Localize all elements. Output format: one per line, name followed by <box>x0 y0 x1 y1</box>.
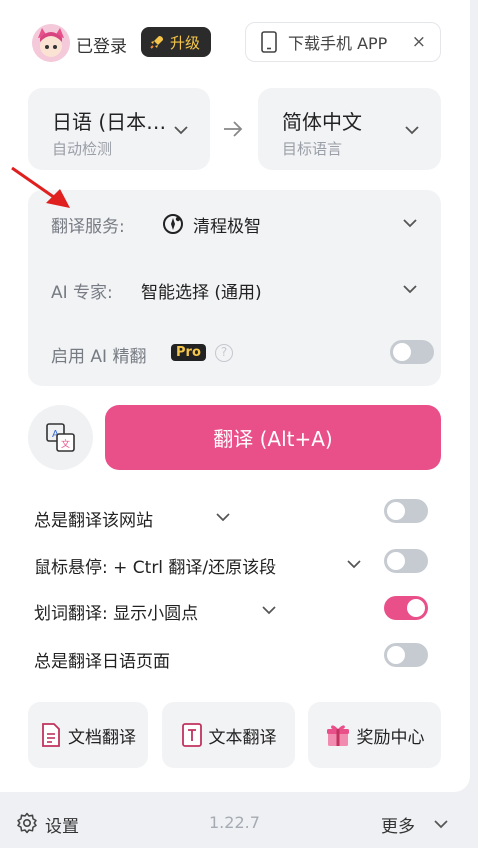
source-language-name: 日语 (日本… <box>52 110 167 134</box>
more-menu[interactable]: 更多 <box>381 812 415 837</box>
option-toggle-always-translate-site[interactable] <box>384 499 428 523</box>
download-app-banner[interactable]: 下载手机 APP × <box>245 22 441 62</box>
source-language-select[interactable]: 日语 (日本… 自动检测 <box>28 88 210 170</box>
chevron-down-icon[interactable] <box>215 509 231 525</box>
option-label: 总是翻译日语页面 <box>34 652 170 672</box>
service-label: 翻译服务: <box>51 217 125 237</box>
settings-link[interactable]: 设置 <box>45 812 79 837</box>
text-icon <box>181 723 202 747</box>
header: 已登录 升级 下载手机 APP × <box>30 22 441 64</box>
document-translate-button[interactable]: 文档翻译 <box>28 702 148 768</box>
refine-toggle[interactable] <box>390 340 434 364</box>
chevron-down-icon <box>405 126 419 135</box>
pro-badge: Pro <box>171 344 206 361</box>
document-icon <box>42 723 60 747</box>
translate-swap-button[interactable]: A 文 <box>28 405 93 470</box>
footer: 设置 1.22.7 更多 <box>0 800 478 848</box>
chevron-down-icon[interactable] <box>401 214 419 232</box>
translator-panel: 已登录 升级 下载手机 APP × 日语 (日本… 自动检测 简体中文 目标语言… <box>0 0 470 792</box>
tablet-icon <box>261 31 277 53</box>
avatar[interactable] <box>32 24 70 62</box>
arrow-right-icon <box>224 121 243 137</box>
option-label: 鼠标悬停: + Ctrl 翻译/还原该段 <box>34 558 277 578</box>
upgrade-label: 升级 <box>170 33 201 52</box>
svg-text:文: 文 <box>61 438 70 450</box>
annotation-arrow <box>11 166 70 208</box>
version-text: 1.22.7 <box>209 813 260 832</box>
chevron-down-icon[interactable] <box>401 280 419 298</box>
option-toggle-hover-translate[interactable] <box>384 549 428 573</box>
chevron-down-icon[interactable] <box>261 602 277 618</box>
rewards-center-button[interactable]: 奖励中心 <box>308 702 441 768</box>
refine-label: 启用 AI 精翻 <box>51 347 147 367</box>
document-translate-label: 文档翻译 <box>68 727 136 748</box>
service-logo-icon <box>163 214 183 234</box>
rewards-center-label: 奖励中心 <box>356 727 425 748</box>
service-select[interactable]: 清程极智 <box>193 212 261 237</box>
text-translate-label: 文本翻译 <box>208 727 277 748</box>
translate-swap-icon: A 文 <box>46 423 75 452</box>
option-toggle-always-translate-japanese[interactable] <box>384 643 428 667</box>
translate-button[interactable]: 翻译 (Alt+A) <box>105 405 441 470</box>
gear-icon[interactable] <box>16 812 38 834</box>
download-label: 下载手机 APP <box>288 34 388 53</box>
text-translate-button[interactable]: 文本翻译 <box>162 702 295 768</box>
target-language-name: 简体中文 <box>282 110 362 134</box>
expert-label: AI 专家: <box>51 283 113 303</box>
target-language-sub: 目标语言 <box>282 140 343 158</box>
target-language-select[interactable]: 简体中文 目标语言 <box>258 88 441 170</box>
help-icon[interactable]: ? <box>215 344 233 362</box>
expert-select[interactable]: 智能选择 (通用) <box>141 278 262 303</box>
source-language-sub: 自动检测 <box>52 140 113 158</box>
chevron-down-icon[interactable] <box>346 556 362 572</box>
chevron-down-icon[interactable] <box>433 816 449 832</box>
close-icon[interactable]: × <box>412 32 426 52</box>
translation-settings-card: 翻译服务: 清程极智 AI 专家: 智能选择 (通用) 启用 AI 精翻 Pro… <box>28 190 441 386</box>
upgrade-button[interactable]: 升级 <box>141 27 211 57</box>
rocket-icon <box>150 36 163 49</box>
option-toggle-selection-translate[interactable] <box>384 596 428 620</box>
login-status: 已登录 <box>76 37 127 57</box>
option-label: 划词翻译: 显示小圆点 <box>34 604 199 624</box>
option-label: 总是翻译该网站 <box>34 511 153 531</box>
gift-icon <box>326 725 349 746</box>
chevron-down-icon <box>174 126 188 135</box>
